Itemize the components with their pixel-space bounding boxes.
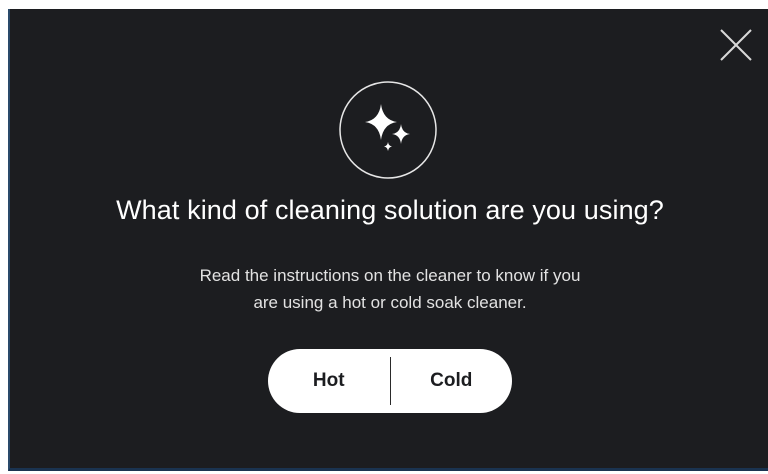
close-icon [720,29,752,61]
close-button[interactable] [718,27,754,63]
screen: What kind of cleaning solution are you u… [0,0,768,474]
sparkles-icon [339,81,437,179]
cold-button[interactable]: Cold [391,349,513,413]
description-line-1: Read the instructions on the cleaner to … [199,266,581,285]
sparkles-badge [338,80,438,180]
cleaning-solution-dialog: What kind of cleaning solution are you u… [8,9,768,471]
hot-button[interactable]: Hot [268,349,390,413]
solution-type-toggle: Hot Cold [268,349,512,413]
dialog-title: What kind of cleaning solution are you u… [116,195,664,225]
dialog-description: Read the instructions on the cleaner to … [120,262,660,316]
description-line-2: are using a hot or cold soak cleaner. [253,293,527,312]
